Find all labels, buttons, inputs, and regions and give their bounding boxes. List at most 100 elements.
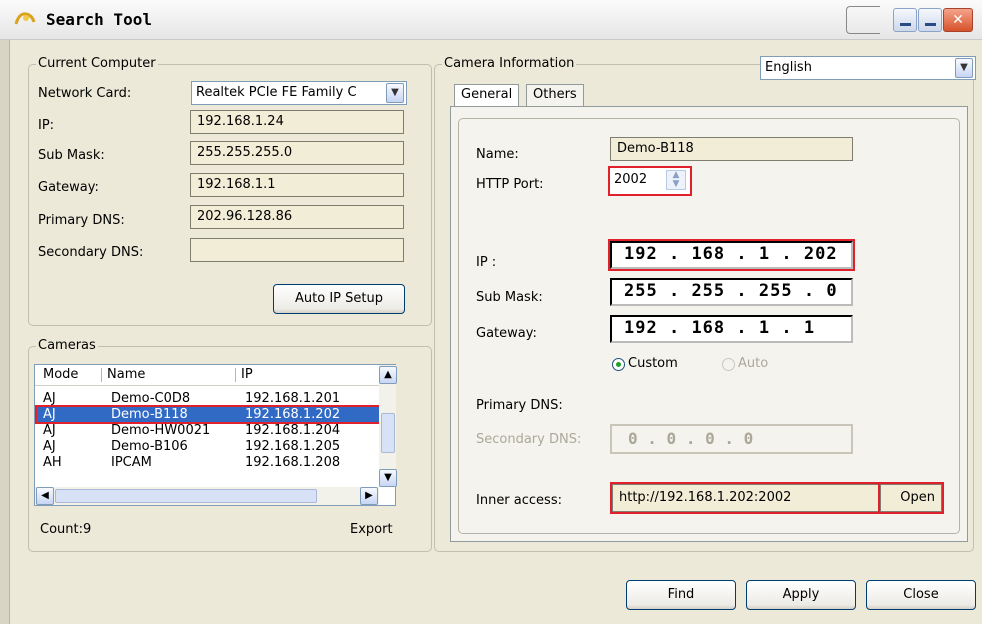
auto-radio[interactable] [722,358,735,371]
column-header-mode[interactable]: Mode [43,365,78,385]
camera-submask-input[interactable]: 255 . 255 . 255 . 0 [610,278,853,306]
custom-radio-label[interactable]: Custom [628,356,678,371]
camera-ip-input[interactable]: 192 . 168 . 1 . 202 [608,239,855,271]
close-button[interactable]: Close [866,580,976,610]
list-header-divider [35,385,379,386]
title-bar-frame-edge [846,6,880,34]
row-name: IPCAM [111,455,152,470]
scroll-right-icon[interactable]: ▶ [360,487,378,505]
restore-button[interactable] [918,8,942,32]
restore-icon [925,23,936,26]
dns-octet: 0 [628,429,638,448]
camera-gateway-input[interactable]: 192 . 168 . 1 . 1 [610,315,853,343]
table-row[interactable]: AJ Demo-C0D8 192.168.1.201 [37,391,393,406]
horizontal-scroll-thumb[interactable] [55,489,317,503]
table-row[interactable]: AH IPCAM 192.168.1.208 [37,455,393,470]
row-mode: AJ [43,391,56,406]
table-row[interactable]: AJ Demo-HW0021 192.168.1.204 [37,423,393,438]
camera-information-legend: Camera Information [442,56,577,71]
table-row-selected[interactable]: AJ Demo-B118 192.168.1.202 [35,405,395,424]
minimize-icon [900,23,911,26]
scroll-up-icon[interactable]: ▲ [379,366,397,384]
window-title: Search Tool [46,10,152,29]
submask-octet: 255 [758,281,793,301]
column-divider [101,368,102,382]
gateway-field[interactable]: 192.168.1.1 [190,173,404,197]
gateway-octet: 1 [758,318,771,338]
close-icon: ✕ [952,12,964,28]
row-ip: 192.168.1.208 [245,455,341,470]
camera-name-label: Name: [476,147,519,162]
tab-others[interactable]: Others [526,84,584,106]
primary-dns-label: Primary DNS: [38,213,125,228]
inner-access-url[interactable]: http://192.168.1.202:2002 [610,482,882,514]
network-card-select[interactable]: Realtek PCIe FE Family C [191,81,407,105]
row-name: Demo-C0D8 [111,391,191,406]
auto-ip-setup-button[interactable]: Auto IP Setup [273,284,405,314]
row-ip: 192.168.1.205 [245,439,341,454]
export-link[interactable]: Export [350,522,393,537]
camera-secondary-dns-label: Secondary DNS: [476,432,582,447]
ip-label: IP: [38,118,55,133]
camera-primary-dns-label: Primary DNS: [476,398,563,413]
current-computer-legend: Current Computer [36,56,158,71]
row-ip: 192.168.1.202 [245,407,341,422]
scroll-left-icon[interactable]: ◀ [36,487,54,505]
dns-octet: 0 [666,429,677,448]
submask-field[interactable]: 255.255.255.0 [190,141,404,165]
column-divider [235,368,236,382]
submask-octet: 255 [691,281,726,301]
apply-button[interactable]: Apply [746,580,856,610]
dns-octet: 0 [743,429,754,448]
submask-octet: 255 [624,281,658,301]
secondary-dns-input[interactable]: 0 . 0 . 0 . 0 [610,424,853,454]
primary-dns-field[interactable]: 202.96.128.86 [190,205,404,229]
gateway-octet: 192 [624,318,658,338]
vertical-scroll-thumb[interactable] [381,413,395,453]
cameras-legend: Cameras [36,338,98,353]
chevron-down-icon[interactable]: ▼ [955,58,973,78]
find-button[interactable]: Find [626,580,736,610]
secondary-dns-field[interactable] [190,238,404,262]
table-row[interactable]: AJ Demo-B106 192.168.1.205 [37,439,393,454]
open-button[interactable]: Open [878,482,944,514]
ip-field[interactable]: 192.168.1.24 [190,110,404,134]
camera-list[interactable]: Mode Name IP AJ Demo-C0D8 192.168.1.201 … [34,364,397,506]
ip-octet: 192 [624,244,658,264]
gateway-octet: 1 [803,318,816,338]
row-mode: AH [43,455,62,470]
chevron-down-icon[interactable]: ▼ [386,83,404,103]
ip-octet: 1 [758,244,771,264]
http-port-spinner[interactable]: 2002 ▲ ▼ [608,166,692,196]
column-header-ip[interactable]: IP [241,365,253,385]
gateway-label: Gateway: [38,180,99,195]
row-mode: AJ [43,439,56,454]
secondary-dns-label: Secondary DNS: [38,245,144,260]
inner-access-label: Inner access: [476,493,562,508]
row-name: Demo-HW0021 [111,423,211,438]
camera-name-field[interactable]: Demo-B118 [610,137,853,161]
auto-radio-label[interactable]: Auto [738,356,768,371]
minimize-button[interactable] [893,8,917,32]
language-select[interactable]: English [760,56,976,80]
search-tool-app-icon [14,12,36,25]
ip-octet: 202 [803,244,838,264]
http-port-value: 2002 [614,172,648,187]
row-ip: 192.168.1.204 [245,423,341,438]
spinner-arrows-icon[interactable]: ▲ ▼ [666,170,686,190]
camera-count: Count:9 [40,522,92,537]
gateway-octet: 168 [691,318,726,338]
camera-ip-label: IP : [476,255,497,270]
left-window-edge [0,40,10,624]
close-window-button[interactable]: ✕ [943,8,973,32]
scroll-down-icon[interactable]: ▼ [379,469,397,487]
language-value: English [765,60,812,75]
camera-gateway-label: Gateway: [476,326,537,341]
row-ip: 192.168.1.201 [245,391,341,406]
dns-octet: 0 [705,429,715,448]
column-header-name[interactable]: Name [107,365,145,385]
row-mode: AJ [43,407,56,422]
custom-radio[interactable] [612,358,625,371]
row-mode: AJ [43,423,56,438]
tab-general[interactable]: General [454,84,520,106]
